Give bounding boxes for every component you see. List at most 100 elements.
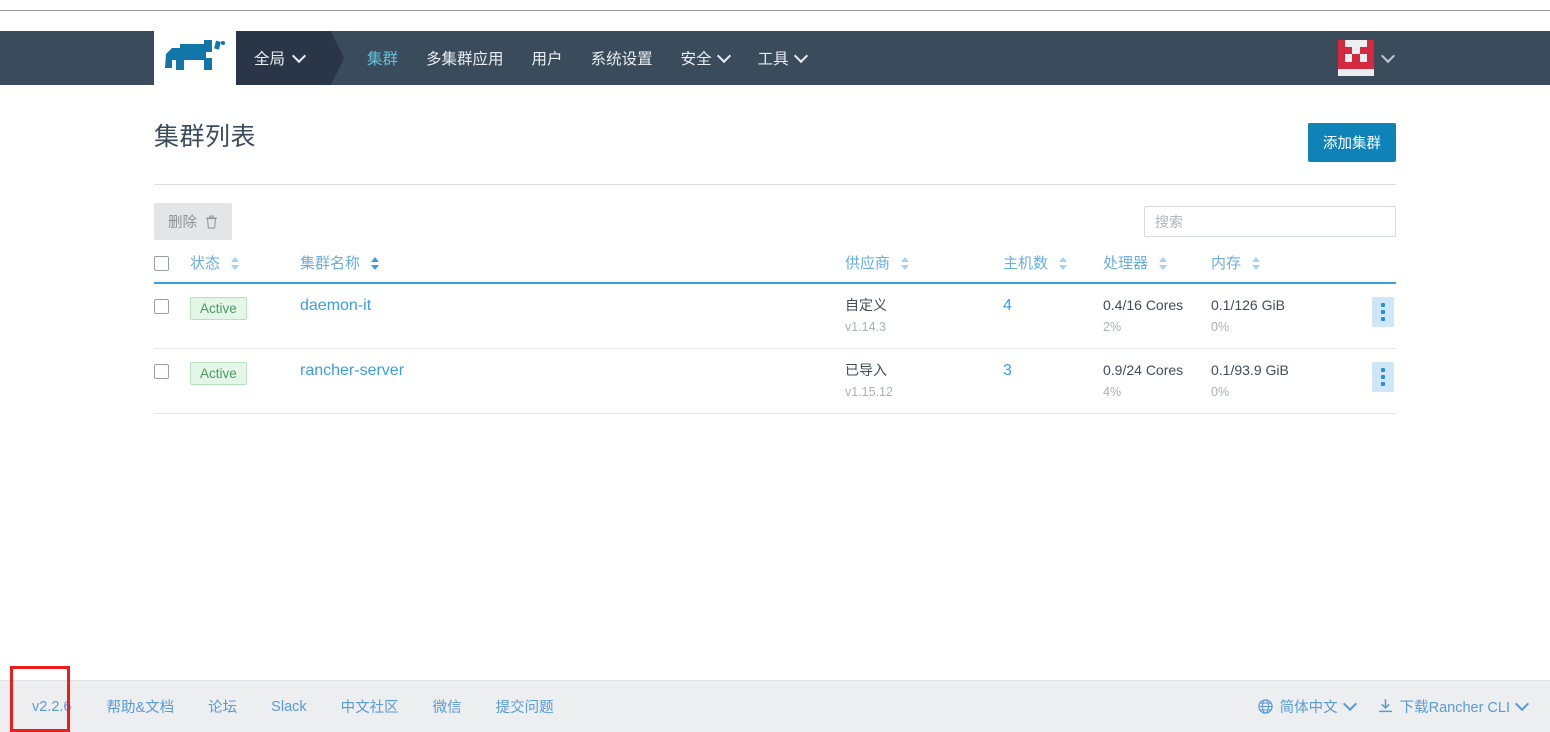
- footer-link-community[interactable]: 中文社区: [324, 696, 416, 717]
- row-actions-cell: [1331, 348, 1396, 414]
- header-cpu-label: 处理器: [1103, 255, 1149, 272]
- row-name-cell: daemon-it: [300, 283, 845, 349]
- footer-link-forum[interactable]: 论坛: [191, 696, 254, 717]
- row-cpu-cell: 0.9/24 Cores 4%: [1103, 348, 1211, 414]
- language-label: 简体中文: [1279, 700, 1338, 716]
- footer-links: v2.2.6 帮助&文档 论坛 Slack 中文社区 微信 提交问题: [16, 696, 571, 717]
- footer-link-wechat[interactable]: 微信: [416, 696, 479, 717]
- nav-item-tools[interactable]: 工具: [744, 31, 821, 85]
- row-memory-cell: 0.1/126 GiB 0%: [1211, 283, 1331, 349]
- row-select-cell: [154, 348, 190, 414]
- status-badge: Active: [190, 297, 247, 320]
- cluster-name-link[interactable]: daemon-it: [300, 297, 371, 314]
- row-provider-cell: 自定义 v1.14.3: [845, 283, 1003, 349]
- sort-icon-cpu[interactable]: [1159, 257, 1168, 270]
- header-actions: [1331, 252, 1396, 283]
- footer-link-slack[interactable]: Slack: [254, 699, 323, 715]
- row-cpu-cell: 0.4/16 Cores 2%: [1103, 283, 1211, 349]
- user-menu[interactable]: [1338, 31, 1396, 85]
- row-checkbox[interactable]: [154, 298, 169, 314]
- scope-selector-global[interactable]: 全局: [236, 31, 345, 85]
- memory-value: 0.1/126 GiB: [1211, 297, 1285, 313]
- nav-item-settings[interactable]: 系统设置: [577, 31, 667, 85]
- cpu-percent: 4%: [1103, 385, 1122, 399]
- hosts-count-link[interactable]: 3: [1003, 362, 1012, 379]
- page-header: 集群列表 添加集群: [154, 85, 1396, 182]
- cluster-name-link[interactable]: rancher-server: [300, 362, 404, 379]
- globe-icon: [1257, 699, 1273, 714]
- page-title: 集群列表: [154, 123, 257, 151]
- chevron-down-icon: [1517, 699, 1528, 710]
- table-body: Active daemon-it 自定义 v1.14.3 4 0.4/16 Co…: [154, 283, 1396, 414]
- nav-item-label: 工具: [757, 51, 789, 68]
- kebab-menu-icon[interactable]: [1372, 362, 1394, 392]
- row-hosts-cell: 4: [1003, 283, 1103, 349]
- rancher-logo-icon: [165, 40, 225, 70]
- sort-icon-state[interactable]: [231, 257, 240, 270]
- download-cli-selector[interactable]: 下载Rancher CLI: [1378, 696, 1528, 717]
- header-memory[interactable]: 内存: [1211, 252, 1331, 283]
- row-actions-cell: [1331, 283, 1396, 349]
- row-checkbox[interactable]: [154, 363, 169, 379]
- table-row[interactable]: Active daemon-it 自定义 v1.14.3 4 0.4/16 Co…: [154, 283, 1396, 349]
- table-row[interactable]: Active rancher-server 已导入 v1.15.12 3 0.9…: [154, 348, 1396, 414]
- nav-item-clusters[interactable]: 集群: [353, 31, 412, 85]
- header-provider[interactable]: 供应商: [845, 252, 1003, 283]
- header-state[interactable]: 状态: [190, 252, 300, 283]
- header-name-label: 集群名称: [300, 255, 361, 272]
- clusters-table: 状态 集群名称 供应商 主机数 处理器 内存 Active daemon-it …: [154, 252, 1396, 414]
- top-navbar: 全局 集群 多集群应用 用户 系统设置 安全 工具: [0, 31, 1550, 85]
- nav-item-label: 系统设置: [590, 51, 653, 68]
- table-toolbar: 删除: [154, 185, 1396, 252]
- rancher-cluster-list-page: 全局 集群 多集群应用 用户 系统设置 安全 工具 集群列表 添加集群 删除 搜…: [0, 0, 1550, 732]
- add-cluster-button[interactable]: 添加集群: [1308, 123, 1396, 162]
- sort-icon-memory[interactable]: [1252, 257, 1261, 270]
- sort-icon-hosts[interactable]: [1059, 257, 1068, 270]
- footer-version[interactable]: v2.2.6: [16, 699, 90, 715]
- table-head: 状态 集群名称 供应商 主机数 处理器 内存: [154, 252, 1396, 283]
- chevron-down-icon: [1383, 51, 1394, 62]
- language-selector[interactable]: 简体中文: [1257, 696, 1356, 717]
- header-name[interactable]: 集群名称: [300, 252, 845, 283]
- header-select-all: [154, 252, 190, 283]
- chevron-down-icon: [796, 51, 807, 62]
- header-provider-label: 供应商: [845, 255, 891, 272]
- footer-link-issue[interactable]: 提交问题: [479, 696, 571, 717]
- trash-icon: [206, 215, 217, 228]
- sort-icon-name[interactable]: [371, 257, 380, 270]
- memory-percent: 0%: [1211, 385, 1230, 399]
- nav-item-security[interactable]: 安全: [667, 31, 744, 85]
- nav-item-label: 多集群应用: [426, 51, 504, 68]
- header-hosts-label: 主机数: [1003, 255, 1049, 272]
- chevron-down-icon: [294, 51, 305, 62]
- nav-links: 集群 多集群应用 用户 系统设置 安全 工具: [353, 31, 821, 85]
- header-hosts[interactable]: 主机数: [1003, 252, 1103, 283]
- top-divider: [0, 10, 1550, 11]
- provider-label: 自定义: [845, 297, 887, 313]
- kebab-menu-icon[interactable]: [1372, 297, 1394, 327]
- header-cpu[interactable]: 处理器: [1103, 252, 1211, 283]
- header-state-label: 状态: [190, 255, 221, 272]
- row-hosts-cell: 3: [1003, 348, 1103, 414]
- search-input[interactable]: [1144, 206, 1396, 237]
- select-all-checkbox[interactable]: [154, 255, 169, 271]
- row-name-cell: rancher-server: [300, 348, 845, 414]
- nav-item-multi-cluster-apps[interactable]: 多集群应用: [412, 31, 518, 85]
- row-memory-cell: 0.1/93.9 GiB 0%: [1211, 348, 1331, 414]
- provider-version: v1.15.12: [845, 385, 893, 399]
- row-provider-cell: 已导入 v1.15.12: [845, 348, 1003, 414]
- chevron-down-icon: [1345, 699, 1356, 710]
- chevron-down-icon: [719, 51, 730, 62]
- footer: v2.2.6 帮助&文档 论坛 Slack 中文社区 微信 提交问题 简体中文: [0, 680, 1550, 732]
- download-cli-label: 下载Rancher CLI: [1399, 700, 1510, 716]
- footer-link-docs[interactable]: 帮助&文档: [90, 696, 192, 717]
- rancher-logo[interactable]: [154, 31, 236, 85]
- cpu-percent: 2%: [1103, 320, 1122, 334]
- cpu-value: 0.9/24 Cores: [1103, 362, 1184, 378]
- cpu-value: 0.4/16 Cores: [1103, 297, 1184, 313]
- nav-item-users[interactable]: 用户: [518, 31, 577, 85]
- hosts-count-link[interactable]: 4: [1003, 297, 1012, 314]
- row-state-cell: Active: [190, 283, 300, 349]
- sort-icon-provider[interactable]: [901, 257, 910, 270]
- bulk-delete-button[interactable]: 删除: [154, 203, 232, 240]
